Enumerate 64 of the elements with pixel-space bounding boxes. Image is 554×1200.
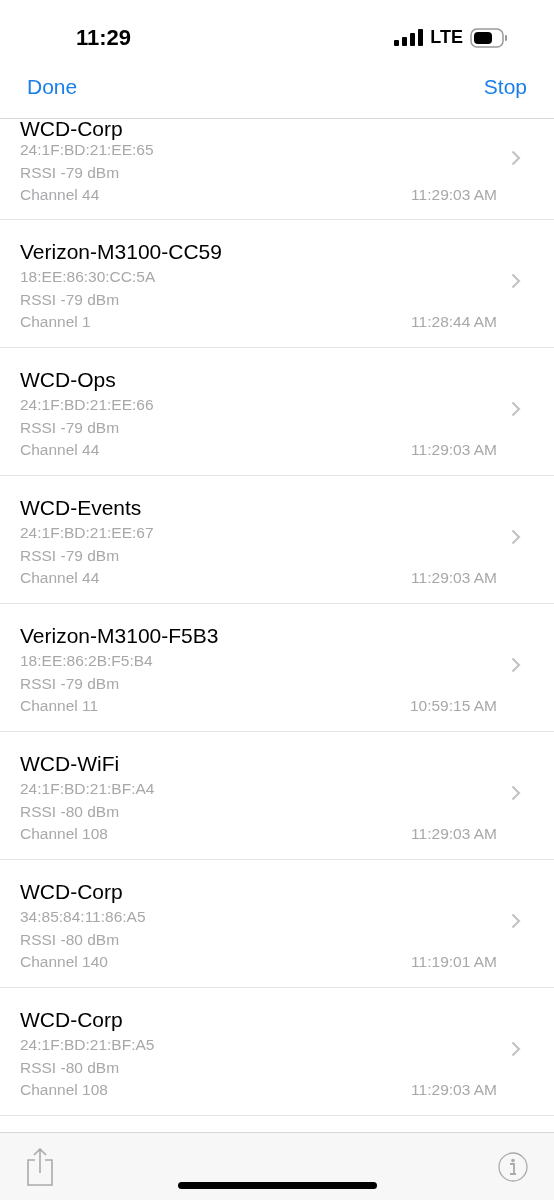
timestamp-text: 11:28:44 AM xyxy=(411,312,497,333)
network-name: WCD-Corp xyxy=(20,1007,124,1034)
network-row[interactable]: WCD-Corp 24:1F:BD:21:EE:65 RSSI -79 dBm Channel 44 11:29:03 AM xyxy=(0,119,554,220)
timestamp-text: 11:29:03 AM xyxy=(411,185,497,206)
network-row[interactable]: Verizon-M3100-CC59 18:EE:86:30:CC:5A RSSI -79 dBm Channel 1 11:28:44 AM xyxy=(0,220,554,348)
rssi-text: RSSI -79 dBm xyxy=(20,162,121,183)
network-name: WCD-Corp xyxy=(20,119,124,140)
network-name: Verizon-M3100-CC59 xyxy=(20,239,223,266)
timestamp-text: 11:29:03 AM xyxy=(411,568,497,589)
network-row[interactable]: WCD-Events 24:1F:BD:21:EE:67 RSSI -79 dBm Channel 44 11:29:03 AM xyxy=(0,476,554,604)
network-row[interactable]: WCD-Corp 24:1F:BD:21:BF:A5 RSSI -80 dBm Channel 108 11:29:03 AM xyxy=(0,988,554,1116)
bssid-text: 24:1F:BD:21:EE:67 xyxy=(20,523,155,544)
network-name: Verizon-M3100-F5B3 xyxy=(20,623,220,650)
chevron-icon xyxy=(511,657,521,673)
rssi-text: RSSI -79 dBm xyxy=(20,417,121,438)
network-row[interactable]: Verizon-M3100-F5B3 18:EE:86:2B:F5:B4 RSSI -79 dBm Channel 11 10:59:15 AM xyxy=(0,604,554,732)
chevron-icon xyxy=(511,913,521,929)
channel-text: Channel 1 xyxy=(20,312,91,333)
network-name: WCD-Corp xyxy=(20,879,124,906)
timestamp-text: 11:29:03 AM xyxy=(411,824,497,845)
timestamp-text: 11:29:03 AM xyxy=(411,440,497,461)
network-name: WCD-WiFi xyxy=(20,751,121,778)
status-time: 11:29 xyxy=(76,24,132,51)
rssi-text: RSSI -80 dBm xyxy=(20,801,121,822)
stop-button[interactable]: Stop xyxy=(483,75,527,99)
rssi-text: RSSI -80 dBm xyxy=(20,929,121,950)
network-row[interactable]: WCD-Ops 24:1F:BD:21:EE:66 RSSI -79 dBm Channel 44 11:29:03 AM xyxy=(0,348,554,476)
network-row[interactable]: WCD-Corp 34:85:84:11:86:A5 RSSI -80 dBm Channel 140 11:19:01 AM xyxy=(0,860,554,988)
signal-icon xyxy=(394,29,424,46)
info-icon[interactable] xyxy=(498,1151,528,1182)
chevron-icon xyxy=(511,785,521,801)
rssi-text: RSSI -80 dBm xyxy=(20,1057,121,1078)
rssi-text: RSSI -79 dBm xyxy=(20,289,121,310)
channel-text: Channel 44 xyxy=(20,568,100,589)
timestamp-text: 10:59:15 AM xyxy=(409,696,497,717)
channel-text: Channel 108 xyxy=(20,824,108,845)
network-name: WCD-Ops xyxy=(20,367,117,394)
network-type: LTE xyxy=(430,27,463,48)
timestamp-text: 11:19:01 AM xyxy=(411,952,497,973)
bssid-text: 24:1F:BD:21:BF:A5 xyxy=(20,1035,156,1056)
bssid-text: 24:1F:BD:21:EE:66 xyxy=(20,395,155,416)
channel-text: Channel 44 xyxy=(20,440,100,461)
battery-icon xyxy=(470,27,508,48)
chevron-icon xyxy=(511,401,521,417)
bssid-text: 24:1F:BD:21:EE:65 xyxy=(20,140,155,161)
timestamp-text: 11:29:03 AM xyxy=(411,1080,497,1101)
channel-text: Channel 140 xyxy=(20,952,108,973)
channel-text: Channel 11 xyxy=(20,696,99,717)
bssid-text: 18:EE:86:30:CC:5A xyxy=(20,267,157,288)
network-row[interactable]: WCD-WiFi 24:1F:BD:21:BF:A4 RSSI -80 dBm Channel 108 11:29:03 AM xyxy=(0,732,554,860)
network-name: WCD-Events xyxy=(20,495,143,522)
rssi-text: RSSI -79 dBm xyxy=(20,545,121,566)
chevron-icon xyxy=(511,273,521,289)
done-button[interactable]: Done xyxy=(27,75,78,99)
bssid-text: 34:85:84:11:86:A5 xyxy=(20,907,147,928)
chevron-icon xyxy=(511,1041,521,1057)
rssi-text: RSSI -79 dBm xyxy=(20,673,121,694)
share-icon[interactable] xyxy=(26,1147,54,1186)
bssid-text: 18:EE:86:2B:F5:B4 xyxy=(20,651,154,672)
chevron-icon xyxy=(511,529,521,545)
channel-text: Channel 108 xyxy=(20,1080,108,1101)
bssid-text: 24:1F:BD:21:BF:A4 xyxy=(20,779,156,800)
channel-text: Channel 44 xyxy=(20,185,100,206)
chevron-icon xyxy=(511,150,521,166)
